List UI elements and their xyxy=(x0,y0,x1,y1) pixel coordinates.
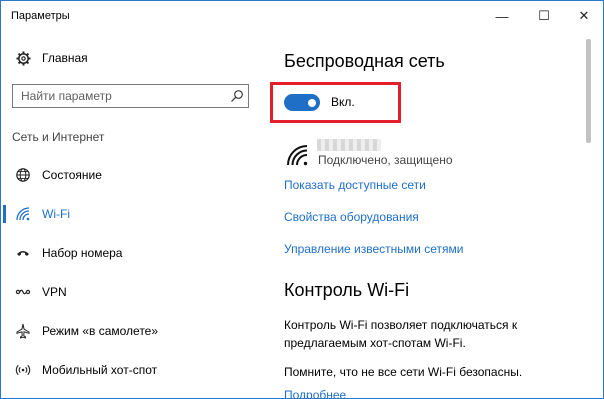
sidebar-item-label: Состояние xyxy=(42,168,102,182)
sidebar: Главная Сеть и Интернет xyxy=(1,31,261,398)
sidebar-item-label: Мобильный хот-спот xyxy=(42,363,158,377)
sidebar-item-vpn[interactable]: VPN xyxy=(1,275,261,309)
sidebar-item-dialup[interactable]: Набор номера xyxy=(1,236,261,270)
sidebar-item-label: Главная xyxy=(42,51,88,65)
wifi-control-description: Контроль Wi-Fi позволяет подключаться к … xyxy=(284,318,518,350)
hardware-properties-link[interactable]: Свойства оборудования xyxy=(284,210,419,224)
sidebar-item-home[interactable]: Главная xyxy=(1,41,261,75)
wifi-signal-icon xyxy=(285,143,309,167)
phone-icon xyxy=(15,245,31,261)
globe-icon xyxy=(15,167,31,183)
sidebar-item-label: VPN xyxy=(42,285,67,299)
section-label: Сеть и Интернет xyxy=(12,130,105,144)
wifi-control-title: Контроль Wi-Fi xyxy=(284,280,410,300)
sidebar-item-airplane[interactable]: Режим «в самолете» xyxy=(1,314,261,348)
vpn-icon xyxy=(15,284,31,300)
sidebar-item-label: Набор номера xyxy=(42,246,123,260)
close-button[interactable]: ✕ xyxy=(567,1,601,31)
toggle-label: Вкл. xyxy=(331,95,355,109)
search-box[interactable] xyxy=(12,84,249,108)
sidebar-item-label: Wi-Fi xyxy=(42,207,70,221)
window-title: Параметры xyxy=(11,10,70,22)
airplane-icon xyxy=(15,323,31,339)
search-icon[interactable] xyxy=(230,89,244,103)
title-bar: Параметры — ☐ ✕ xyxy=(1,1,603,31)
toggle-knob xyxy=(308,98,316,107)
security-note: Помните, что не все сети Wi-Fi безопасны… xyxy=(284,365,523,379)
hotspot-icon xyxy=(15,362,31,378)
close-icon: ✕ xyxy=(578,8,590,23)
settings-window: Параметры — ☐ ✕ Главная Найти параметр С… xyxy=(0,0,604,399)
sidebar-item-wifi[interactable]: Wi-Fi xyxy=(1,197,261,231)
connection-status: Подключено, защищено xyxy=(318,153,453,167)
wireless-title: Беспроводная сеть xyxy=(284,51,445,71)
gear-icon xyxy=(15,50,31,66)
active-indicator xyxy=(3,205,6,223)
maximize-icon: ☐ xyxy=(538,8,550,23)
manage-networks-link[interactable]: Управление известными сетями xyxy=(284,242,463,256)
search-input[interactable] xyxy=(13,85,231,107)
network-name-redacted xyxy=(317,139,381,151)
scrollbar[interactable] xyxy=(586,39,591,143)
minimize-button[interactable]: — xyxy=(485,1,519,31)
wifi-icon xyxy=(15,206,31,222)
minimize-icon: — xyxy=(495,8,509,24)
main-content: Беспроводная сеть Вкл. Подключено, защищ… xyxy=(261,31,603,398)
sidebar-item-status[interactable]: Состояние xyxy=(1,158,261,192)
show-networks-link[interactable]: Показать доступные сети xyxy=(284,178,426,192)
sidebar-item-hotspot[interactable]: Мобильный хот-спот xyxy=(1,353,261,387)
more-link[interactable]: Подробнее xyxy=(284,388,346,398)
wifi-toggle[interactable] xyxy=(284,94,320,111)
maximize-button[interactable]: ☐ xyxy=(527,1,561,31)
sidebar-item-label: Режим «в самолете» xyxy=(42,324,159,338)
